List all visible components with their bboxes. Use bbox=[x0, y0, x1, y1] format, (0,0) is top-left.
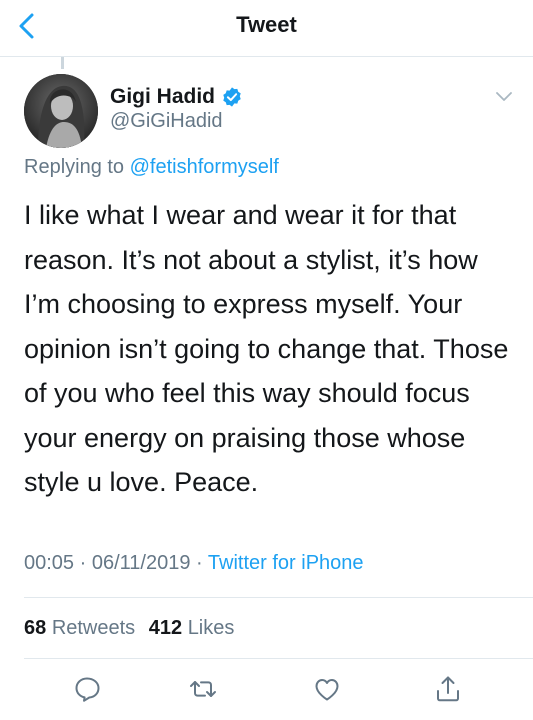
likes-stat[interactable]: 412 Likes bbox=[149, 617, 235, 639]
page-title: Tweet bbox=[236, 12, 297, 37]
engagement-stats: 68 Retweets 412 Likes bbox=[24, 617, 242, 640]
author-handle[interactable]: @GiGiHadid bbox=[110, 110, 223, 133]
avatar[interactable] bbox=[24, 74, 98, 148]
reply-icon bbox=[75, 677, 100, 702]
navigation-bar: Tweet bbox=[0, 0, 533, 57]
avatar-photo bbox=[24, 74, 98, 148]
tweet-source-link[interactable]: Twitter for iPhone bbox=[208, 552, 364, 574]
likes-label: Likes bbox=[187, 617, 235, 639]
like-button[interactable] bbox=[312, 674, 342, 704]
tweet-meta: 00:05 · 06/11/2019 · Twitter for iPhone bbox=[24, 552, 364, 575]
meta-separator: · bbox=[196, 552, 203, 574]
divider bbox=[24, 597, 533, 598]
author-name-row[interactable]: Gigi Hadid bbox=[110, 84, 243, 110]
retweets-stat[interactable]: 68 Retweets bbox=[24, 617, 141, 639]
retweet-icon bbox=[190, 681, 216, 697]
divider bbox=[24, 658, 533, 659]
author-name: Gigi Hadid bbox=[110, 85, 215, 108]
share-icon bbox=[437, 676, 459, 702]
replying-to-label: Replying to bbox=[24, 156, 125, 178]
reply-button[interactable] bbox=[72, 674, 102, 704]
chevron-down-icon bbox=[496, 92, 512, 101]
tweet-time: 00:05 bbox=[24, 552, 75, 574]
tweet-date: 06/11/2019 bbox=[91, 552, 191, 574]
replying-to-link[interactable]: @fetishformyself bbox=[130, 156, 279, 178]
share-button[interactable] bbox=[433, 674, 463, 704]
likes-count: 412 bbox=[148, 617, 183, 639]
meta-separator: · bbox=[79, 552, 87, 574]
like-icon bbox=[315, 679, 339, 701]
retweet-button[interactable] bbox=[188, 674, 218, 704]
tweet-options-button[interactable] bbox=[494, 90, 514, 104]
tweet-text: I like what I wear and wear it for that … bbox=[24, 200, 509, 497]
replying-to-line: Replying to @fetishformyself bbox=[24, 156, 279, 179]
verified-badge-icon bbox=[223, 87, 241, 107]
thread-connector-line bbox=[61, 57, 64, 69]
retweets-count: 68 bbox=[24, 617, 47, 639]
retweets-label: Retweets bbox=[51, 617, 136, 639]
